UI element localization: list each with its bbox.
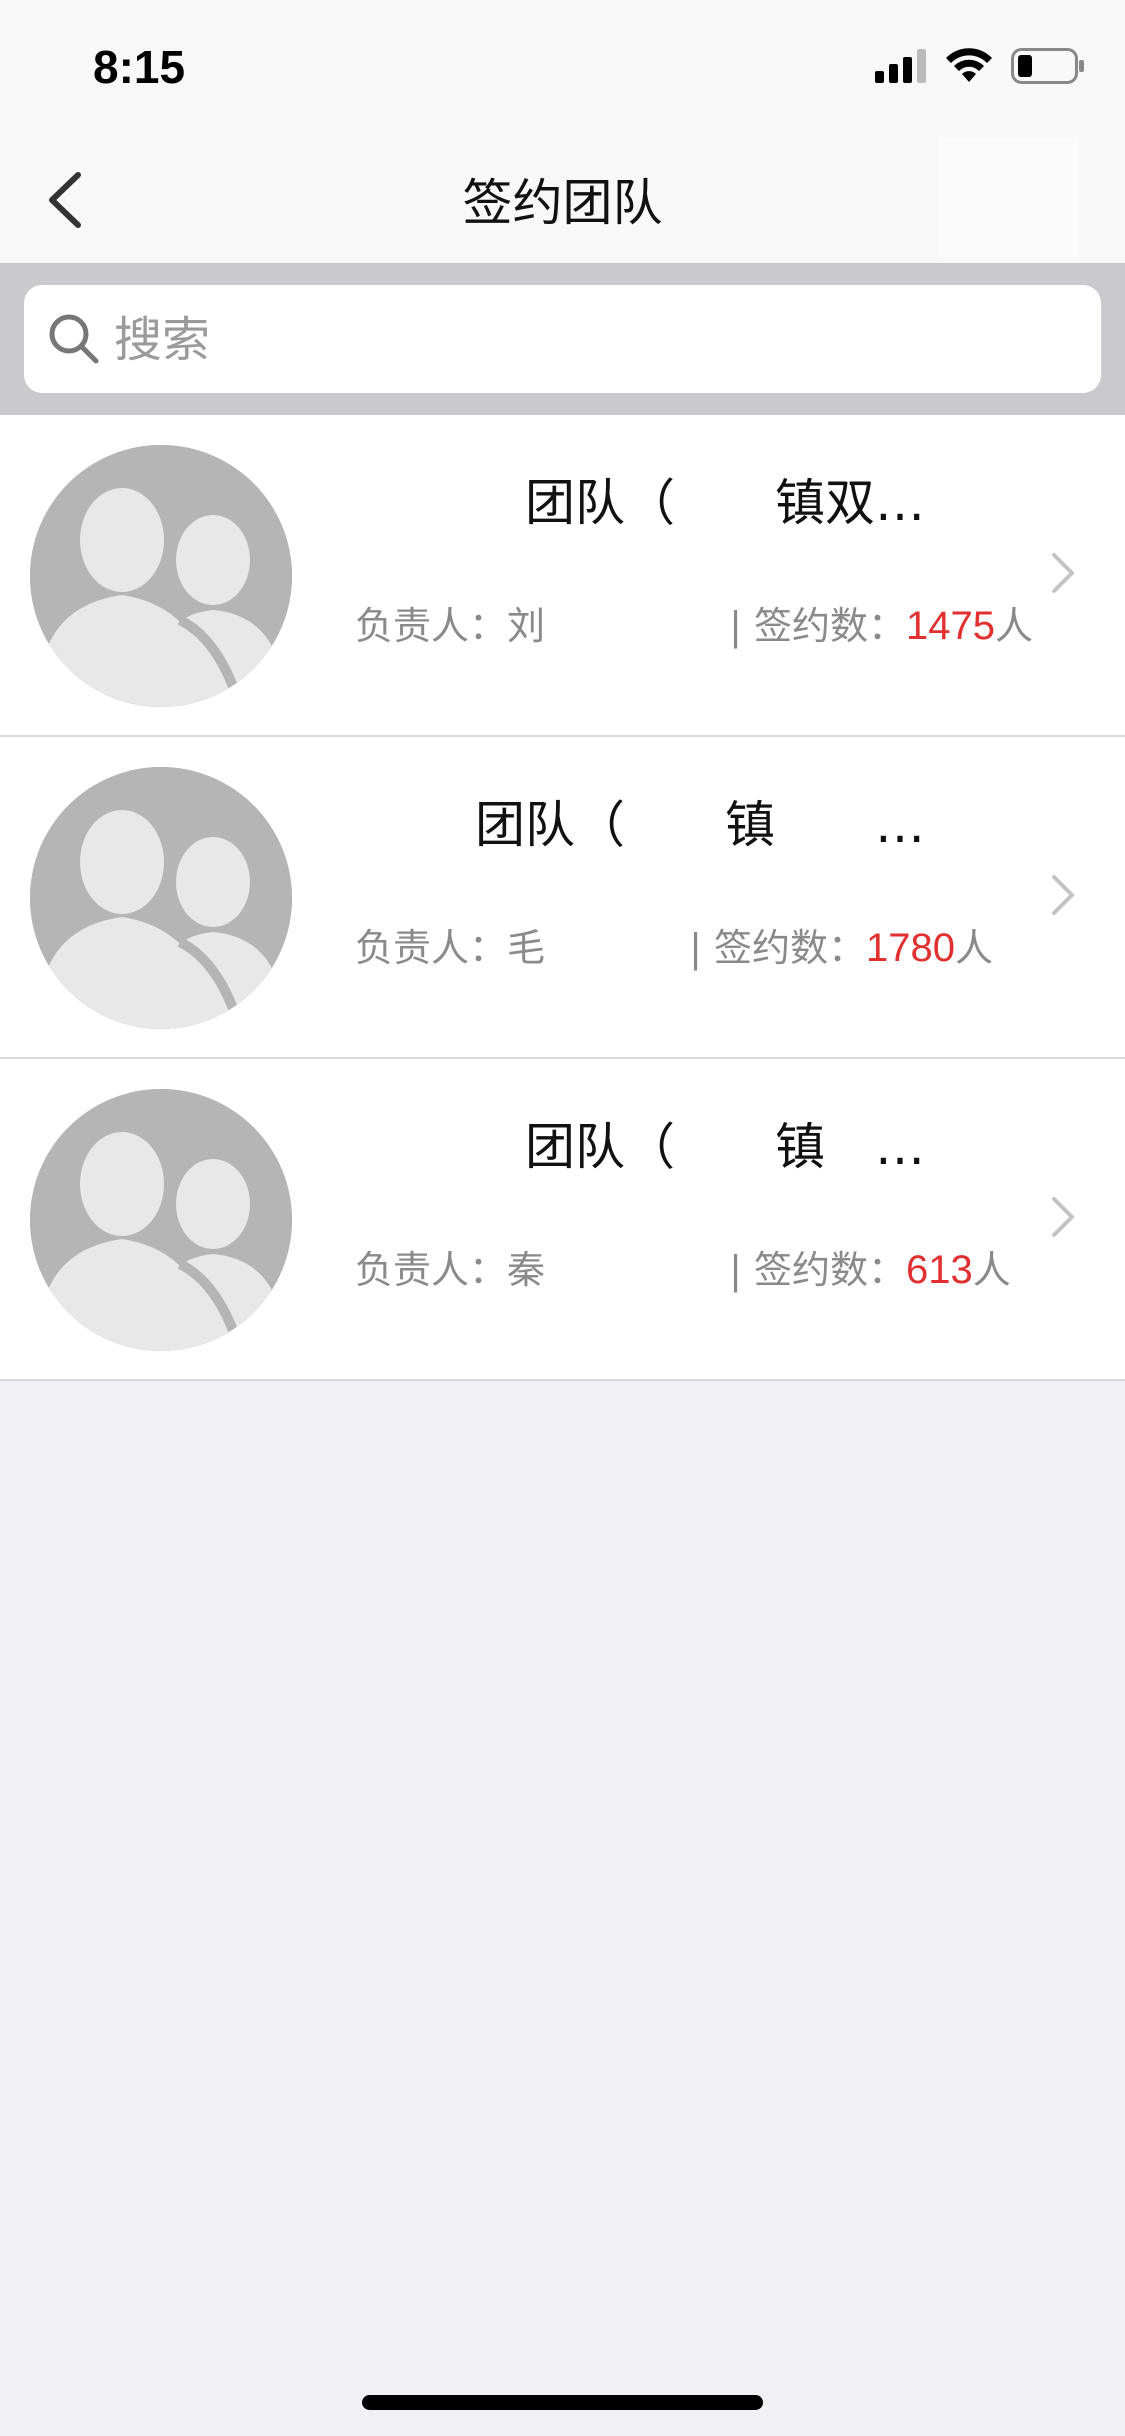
team-meta: 负责人：秦 | 签约数：613人: [355, 1239, 1011, 1294]
team-list: 团队（ 镇双… 负责人：刘 | 签约数：1475人 团队（ 镇 … 负责人：毛 …: [0, 415, 1125, 1381]
team-avatar: [30, 1089, 292, 1351]
sign-count-unit: 人: [994, 604, 1033, 648]
team-row[interactable]: 团队（ 镇双… 负责人：刘 | 签约数：1475人: [0, 415, 1125, 737]
status-time: 8:15: [93, 41, 186, 93]
team-name: 团队（ 镇双…: [525, 474, 925, 532]
chevron-right-icon: [1052, 1197, 1074, 1237]
sign-count-unit: 人: [972, 1248, 1011, 1292]
sign-count: 1780: [866, 926, 955, 970]
team-avatar-icon: [30, 767, 292, 1029]
leader-label: 负责人：: [355, 926, 508, 970]
sign-count: 1475: [906, 604, 995, 648]
search-icon: [49, 314, 99, 364]
sign-count-label: | 签约数：: [689, 926, 866, 970]
team-meta: 负责人：毛 | 签约数：1780人: [355, 917, 993, 972]
team-avatar-icon: [30, 445, 292, 707]
nav-right-button[interactable]: [939, 137, 1079, 257]
sign-count: 613: [906, 1248, 973, 1292]
team-avatar: [30, 445, 292, 707]
leader-label: 负责人：: [355, 604, 508, 648]
home-indicator[interactable]: [362, 2395, 763, 2410]
leader-name: 毛: [507, 926, 546, 970]
leader-name: 刘: [507, 604, 546, 648]
sign-count-label: | 签约数：: [729, 1248, 906, 1292]
team-row[interactable]: 团队（ 镇 … 负责人：秦 | 签约数：613人: [0, 1059, 1125, 1381]
status-bar: 8:15: [0, 0, 1125, 135]
chevron-right-icon: [1052, 875, 1074, 915]
chevron-right-icon: [1052, 553, 1074, 593]
team-meta: 负责人：刘 | 签约数：1475人: [355, 595, 1033, 650]
search-bar: [0, 265, 1125, 415]
leader-label: 负责人：: [355, 1248, 508, 1292]
team-avatar: [30, 767, 292, 1029]
team-avatar-icon: [30, 1089, 292, 1351]
search-input[interactable]: [112, 285, 1016, 395]
sign-count-unit: 人: [954, 926, 993, 970]
signal-icon: [875, 49, 926, 83]
team-name: 团队（ 镇 …: [525, 1118, 925, 1176]
leader-name: 秦: [507, 1248, 546, 1292]
search-box[interactable]: [24, 285, 1101, 395]
battery-icon: [1011, 48, 1084, 84]
wifi-icon: [946, 48, 992, 82]
sign-count-label: | 签约数：: [729, 604, 906, 648]
team-name: 团队（ 镇 …: [475, 796, 925, 854]
nav-bar: 签约团队: [0, 135, 1125, 265]
team-row[interactable]: 团队（ 镇 … 负责人：毛 | 签约数：1780人: [0, 737, 1125, 1059]
status-icons: [875, 48, 1085, 84]
